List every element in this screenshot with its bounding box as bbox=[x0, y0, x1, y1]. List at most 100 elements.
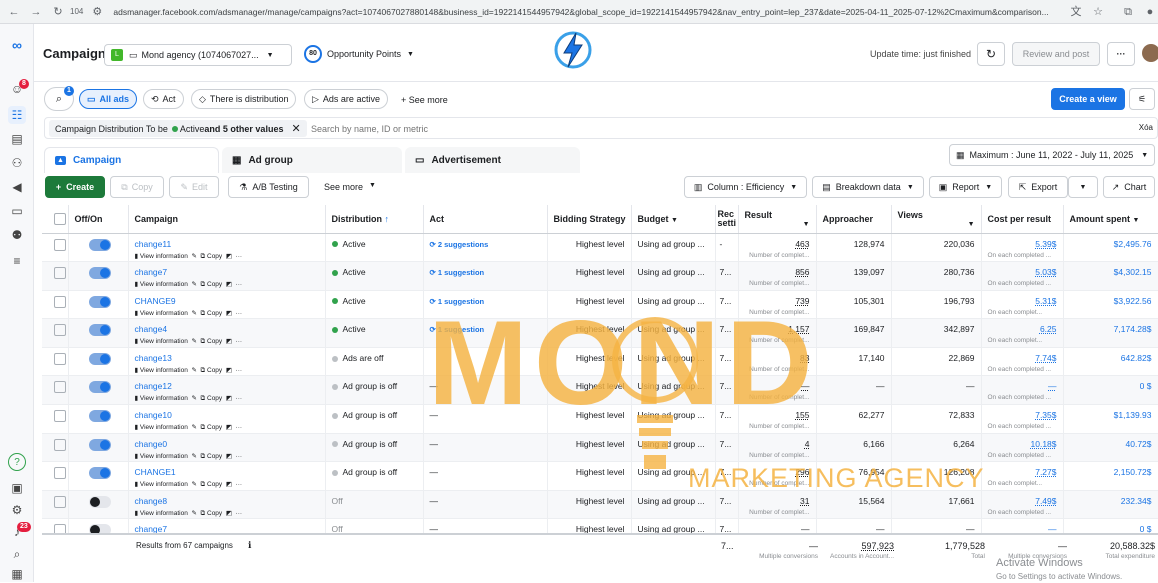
view-information-link[interactable]: View information bbox=[140, 481, 188, 488]
result-header[interactable]: Result ▼ bbox=[738, 205, 817, 234]
select-all-checkbox[interactable] bbox=[54, 212, 66, 225]
tab-campaign[interactable]: ▲ Campaign bbox=[44, 147, 219, 173]
copy-button[interactable]: ⧉ Copy bbox=[110, 176, 164, 198]
row-checkbox[interactable] bbox=[54, 295, 66, 308]
export-dropdown[interactable]: ▼ bbox=[1068, 176, 1098, 198]
breakdown-button[interactable]: ▤ Breakdown data ▼ bbox=[812, 176, 924, 198]
campaign-name-link[interactable]: change10 bbox=[135, 410, 172, 420]
distribution-filter[interactable]: ◇ There is distribution bbox=[191, 89, 297, 109]
see-more-filters-link[interactable]: + See more bbox=[401, 95, 448, 105]
campaign-toggle[interactable] bbox=[88, 238, 111, 251]
ads-active-filter[interactable]: ▷ Ads are active bbox=[304, 89, 388, 109]
search-icon[interactable]: ⌕ bbox=[8, 545, 26, 563]
campaign-toggle[interactable] bbox=[88, 467, 111, 480]
see-more-menu[interactable]: See more ▼ bbox=[324, 182, 376, 192]
info-icon[interactable]: ℹ bbox=[248, 540, 251, 551]
pin-icon[interactable]: ◩ bbox=[226, 510, 232, 517]
campaign-name-link[interactable]: change12 bbox=[135, 381, 172, 391]
pencil-icon[interactable]: ✎ bbox=[191, 395, 196, 402]
campaign-toggle[interactable] bbox=[88, 495, 111, 508]
news-icon[interactable]: ▣ bbox=[8, 479, 26, 497]
clear-link[interactable]: Xóa bbox=[1139, 123, 1153, 132]
pin-icon[interactable]: ◩ bbox=[226, 424, 232, 431]
pin-icon[interactable]: ◩ bbox=[226, 481, 232, 488]
campaign-toggle[interactable] bbox=[88, 381, 111, 394]
table-row[interactable]: change4 ▮ View information ✎ ⧉ Copy ◩ ···… bbox=[42, 318, 1158, 348]
campaign-name-link[interactable]: change8 bbox=[135, 496, 168, 506]
pin-icon[interactable]: ◩ bbox=[226, 395, 232, 402]
account-selector[interactable]: L ▭ Mond agency (1074067027... ▼ bbox=[104, 44, 292, 66]
campaign-name-link[interactable]: change0 bbox=[135, 439, 168, 449]
review-and-post-button[interactable]: Review and post bbox=[1012, 42, 1100, 66]
ab-testing-button[interactable]: ⚗ A/B Testing bbox=[228, 176, 309, 198]
site-settings-icon[interactable]: ⚙ bbox=[89, 4, 105, 20]
view-information-link[interactable]: View information bbox=[140, 510, 188, 517]
pencil-icon[interactable]: ✎ bbox=[191, 510, 196, 517]
more-icon[interactable]: ··· bbox=[236, 395, 243, 402]
pin-icon[interactable]: ◩ bbox=[226, 367, 232, 374]
table-row[interactable]: change13 ▮ View information ✎ ⧉ Copy ◩ ··… bbox=[42, 347, 1158, 377]
campaign-name-link[interactable]: change13 bbox=[135, 353, 172, 363]
view-information-link[interactable]: View information bbox=[140, 367, 188, 374]
filter-chip[interactable]: Campaign Distribution To be Active and 5… bbox=[49, 120, 307, 137]
all-ads-filter[interactable]: ▭ All ads bbox=[79, 89, 138, 109]
pin-icon[interactable]: ◩ bbox=[226, 453, 232, 460]
pencil-icon[interactable]: ✎ bbox=[191, 281, 196, 288]
audiences-icon[interactable]: ⚇ bbox=[8, 154, 26, 172]
table-row[interactable]: change12 ▮ View information ✎ ⧉ Copy ◩ ··… bbox=[42, 375, 1158, 406]
campaign-header[interactable]: Campaign bbox=[128, 205, 326, 234]
view-settings-button[interactable]: ⚟ bbox=[1129, 88, 1155, 110]
more-icon[interactable]: ··· bbox=[236, 338, 243, 345]
pencil-icon[interactable]: ✎ bbox=[191, 481, 196, 488]
avatar[interactable] bbox=[1142, 44, 1158, 62]
opportunity-score[interactable]: 80 Opportunity Points ▼ bbox=[304, 45, 414, 63]
table-row[interactable]: change11 ▮ View information ✎ ⧉ Copy ◩ ··… bbox=[42, 233, 1158, 263]
browser-profile-icon[interactable]: ● bbox=[1142, 4, 1158, 20]
row-checkbox[interactable] bbox=[54, 410, 66, 423]
suggestion-link[interactable]: 1 suggestion bbox=[438, 297, 484, 306]
table-row[interactable]: change0 ▮ View information ✎ ⧉ Copy ◩ ···… bbox=[42, 433, 1158, 463]
pencil-icon[interactable]: ✎ bbox=[191, 310, 196, 317]
copy-link[interactable]: Copy bbox=[207, 453, 222, 460]
more-icon[interactable]: ··· bbox=[236, 310, 243, 317]
url-text[interactable]: adsmanager.facebook.com/adsmanager/manag… bbox=[113, 7, 1054, 17]
copy-link[interactable]: Copy bbox=[207, 395, 222, 402]
more-icon[interactable]: ··· bbox=[236, 367, 243, 374]
view-information-link[interactable]: View information bbox=[140, 253, 188, 260]
suggestion-link[interactable]: 1 suggestion bbox=[438, 268, 484, 277]
pin-icon[interactable]: ◩ bbox=[226, 310, 232, 317]
search-input[interactable] bbox=[311, 120, 911, 137]
copy-link[interactable]: Copy bbox=[207, 481, 222, 488]
more-icon[interactable]: ··· bbox=[236, 510, 243, 517]
report-button[interactable]: ▣ Report ▼ bbox=[929, 176, 1002, 198]
billing-icon[interactable]: ▭ bbox=[8, 202, 26, 220]
campaign-toggle[interactable] bbox=[88, 410, 111, 423]
more-options-button[interactable]: ··· bbox=[1107, 42, 1135, 66]
campaign-toggle[interactable] bbox=[88, 267, 111, 280]
suggestion-link[interactable]: 2 suggestions bbox=[438, 240, 488, 249]
copy-link[interactable]: Copy bbox=[207, 338, 222, 345]
view-information-link[interactable]: View information bbox=[140, 281, 188, 288]
chart-button[interactable]: ↗ Chart bbox=[1103, 176, 1155, 198]
row-checkbox[interactable] bbox=[54, 438, 66, 451]
report-icon[interactable]: ▦ bbox=[8, 565, 26, 583]
campaign-toggle[interactable] bbox=[88, 295, 111, 308]
reload-icon[interactable]: ↻ bbox=[50, 4, 66, 20]
pencil-icon[interactable]: ✎ bbox=[191, 338, 196, 345]
settings-gear-icon[interactable]: ⚙ bbox=[8, 501, 26, 519]
campaign-name-link[interactable]: CHANGE1 bbox=[135, 467, 176, 477]
pencil-icon[interactable]: ✎ bbox=[191, 253, 196, 260]
campaigns-table-icon[interactable]: ☷ bbox=[8, 106, 26, 124]
distribution-header[interactable]: Distribution ↑ bbox=[325, 205, 424, 234]
pencil-icon[interactable]: ✎ bbox=[191, 367, 196, 374]
view-information-link[interactable]: View information bbox=[140, 395, 188, 402]
amount-header[interactable]: Amount spent ▼ bbox=[1063, 205, 1158, 234]
campaign-toggle[interactable] bbox=[88, 352, 111, 365]
campaign-name-link[interactable]: change7 bbox=[135, 267, 168, 277]
table-row[interactable]: CHANGE9 ▮ View information ✎ ⧉ Copy ◩ ···… bbox=[42, 290, 1158, 320]
table-row[interactable]: change10 ▮ View information ✎ ⧉ Copy ◩ ··… bbox=[42, 404, 1158, 434]
campaign-name-link[interactable]: change4 bbox=[135, 324, 168, 334]
act-filter[interactable]: ⟲ Act bbox=[143, 89, 184, 109]
rec-header[interactable]: Rec setti bbox=[715, 205, 739, 234]
forward-icon[interactable]: → bbox=[28, 4, 44, 20]
